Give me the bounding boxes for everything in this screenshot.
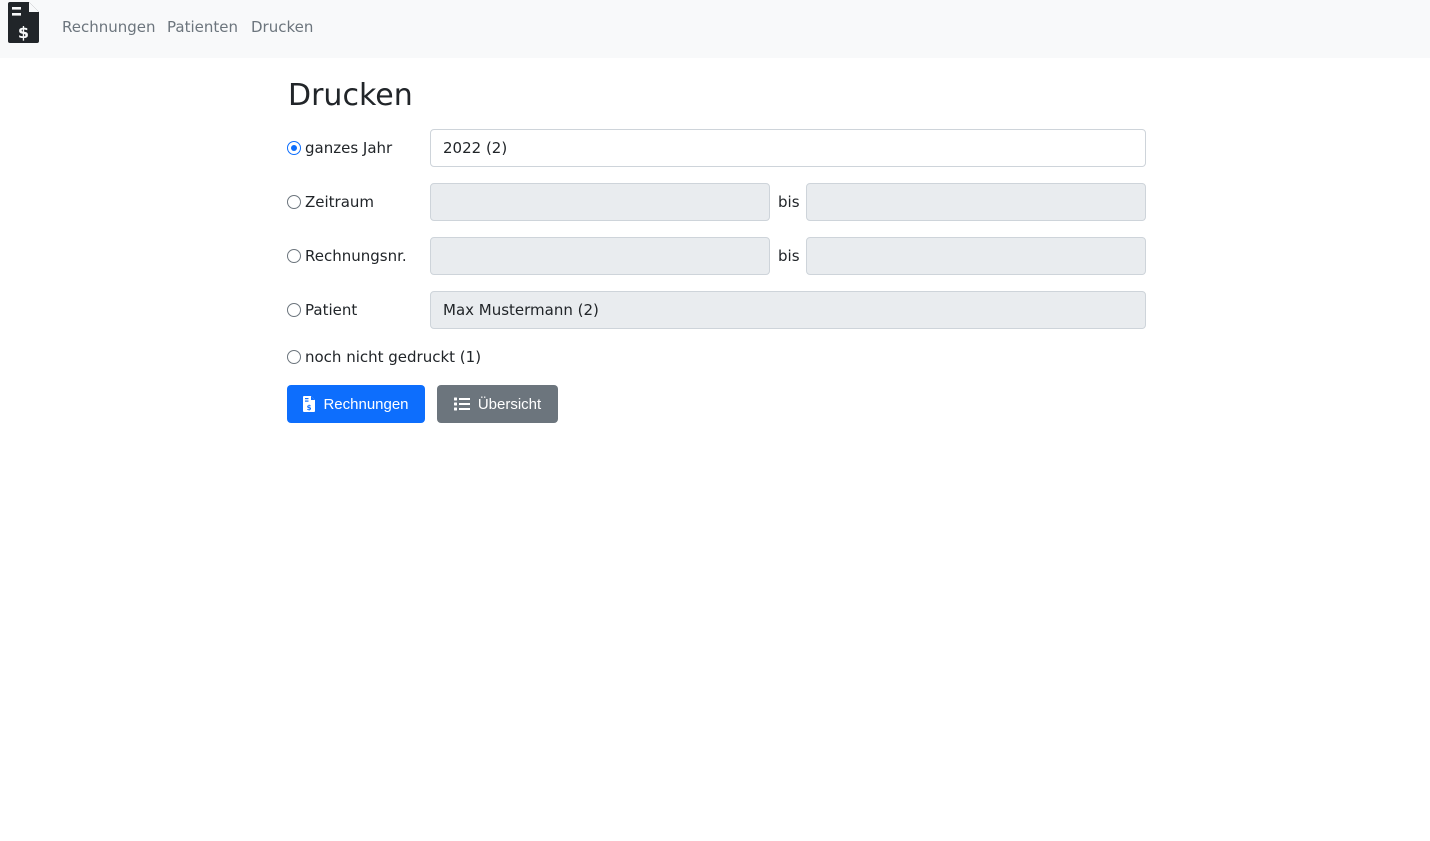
file-invoice-dollar-icon: $ [8,2,39,43]
patient-radio[interactable] [287,303,301,317]
zeitraum-bis-label: bis [778,193,800,211]
rechnungsnr-bis-label: bis [778,247,800,265]
zeitraum-label: Zeitraum [305,193,375,211]
option-unprinted[interactable]: noch nicht gedruckt (1) [287,347,481,367]
year-select[interactable]: 2022 (2) [430,129,1146,167]
print-invoices-label: Rechnungen [323,395,409,413]
option-patient[interactable]: Patient [287,300,357,320]
patient-select-value: Max Mustermann (2) [443,301,599,319]
year-label: ganzes Jahr [305,139,393,157]
zeitraum-radio[interactable] [287,195,301,209]
rechnungsnr-from-input[interactable] [430,237,770,275]
year-select-value: 2022 (2) [443,139,508,157]
overview-label: Übersicht [477,395,542,413]
nav-link-patienten[interactable]: Patienten [167,18,238,36]
list-icon [453,397,470,411]
unprinted-radio[interactable] [287,350,301,364]
option-year[interactable]: ganzes Jahr [287,138,392,158]
patient-select[interactable]: Max Mustermann (2) [430,291,1146,329]
rechnungsnr-radio[interactable] [287,249,301,263]
overview-button[interactable]: Übersicht [437,385,558,423]
svg-text:$: $ [307,404,312,412]
zeitraum-from-input[interactable] [430,183,770,221]
svg-text:$: $ [18,23,29,42]
unprinted-label: noch nicht gedruckt (1) [305,348,482,366]
rechnungsnr-label: Rechnungsnr. [305,247,407,265]
option-rechnungsnr[interactable]: Rechnungsnr. [287,246,407,266]
print-invoices-button[interactable]: $ Rechnungen [287,385,425,423]
nav-link-rechnungen[interactable]: Rechnungen [62,18,156,36]
option-zeitraum[interactable]: Zeitraum [287,192,374,212]
navbar: $ Rechnungen Patienten Drucken [0,0,1430,58]
rechnungsnr-to-input[interactable] [806,237,1146,275]
year-radio[interactable] [287,141,301,155]
zeitraum-to-input[interactable] [806,183,1146,221]
file-invoice-dollar-icon: $ [303,396,316,412]
nav-link-drucken[interactable]: Drucken [251,18,313,36]
page-title: Drucken [288,78,413,113]
patient-label: Patient [305,301,358,319]
